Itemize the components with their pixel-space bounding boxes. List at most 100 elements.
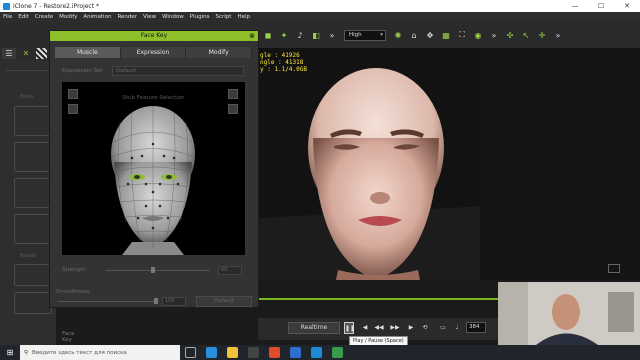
camera-icon[interactable]: ◼ [262,29,274,41]
window-title: iClone 7 - Restore2.iProject * [13,2,99,10]
stats-line: gle : 41926 [260,52,300,59]
timeline-progress-line [258,298,498,300]
next-frame-icon[interactable]: ▶ [406,322,416,334]
menu-bar: File Edit Create Modify Animation Render… [0,12,640,22]
tab-expression[interactable]: Expression [120,47,187,58]
menu-edit[interactable]: Edit [15,14,32,20]
grid-icon[interactable]: ▦ [440,29,452,41]
menu-animation[interactable]: Animation [80,14,114,20]
facial-group-box [14,292,52,314]
windows-start-icon[interactable]: ⊞ [0,345,20,360]
previous-frame-icon[interactable]: ◀ [360,322,370,334]
3d-viewport[interactable]: gle : 41926 ngle : 41318 y : 1.1/4.0GB [258,48,640,280]
render-stats: gle : 41926 ngle : 41318 y : 1.1/4.0GB [260,52,307,73]
face-key-label[interactable]: Face Key [62,331,74,343]
iclone-taskbar-icon[interactable] [311,347,322,358]
menu-render[interactable]: Render [114,14,140,20]
menu-window[interactable]: Window [159,14,187,20]
facial-label: Facial [20,253,36,259]
rewind-icon[interactable]: ◀◀ [374,322,384,334]
stats-line: y : 1.1/4.0GB [260,66,307,73]
file-explorer-icon[interactable] [227,347,238,358]
audio-icon[interactable]: ♪ [294,29,306,41]
search-placeholder: Введите здесь текст для поиска [32,349,127,356]
menu-view[interactable]: View [140,14,159,20]
smoothness-slider-track[interactable] [58,301,158,302]
close-button[interactable]: ✕ [614,0,640,12]
chrome-icon[interactable] [269,347,280,358]
windows-taskbar: ⊞ ⚲ Введите здесь текст для поиска [0,345,640,360]
tab-muscle[interactable]: Muscle [55,47,121,58]
main-toolbar: ◼ ✦ ♪ ◧ » High ✺ ⌂ ✥ ▦ ⛶ ◉ » ✣ ↖ ✛ » [260,22,640,48]
rendered-head-image [258,48,640,280]
search-icon: ⚲ [24,349,29,356]
stats-line: ngle : 41318 [260,59,304,66]
face-key-title-bar[interactable]: Face Key ⊗ [50,31,258,41]
checker-icon[interactable] [36,48,47,59]
word-icon[interactable] [290,347,301,358]
menu-file[interactable]: File [0,14,15,20]
taskbar-search-input[interactable]: ⚲ Введите здесь текст для поиска [20,345,180,360]
quality-select[interactable]: High [344,29,386,41]
face-key-tabs: Muscle Expression Modify [55,47,253,58]
smoothness-slider-thumb[interactable] [154,298,158,304]
more-icon-2[interactable]: » [488,29,500,41]
face-key-title: Face Key [140,32,168,39]
frame-icon[interactable]: ⛶ [456,29,468,41]
more-icon[interactable]: » [326,29,338,41]
menu-script[interactable]: Script [212,14,234,20]
home-icon[interactable]: ⌂ [408,29,420,41]
menu-help[interactable]: Help [234,14,253,20]
more-icon-3[interactable]: » [552,29,564,41]
toggle-icon[interactable]: ◧ [310,29,322,41]
music-icon[interactable]: ♩ [452,322,462,334]
left-modify-panel: Body Facial Face Key [0,60,74,345]
edge-icon[interactable] [206,347,217,358]
expression-set-label: Expression Set [62,68,103,74]
loop-icon[interactable]: ⟲ [420,322,430,334]
minimize-button[interactable]: — [562,0,588,12]
default-button[interactable]: Default [196,296,252,307]
subtitle-icon[interactable]: ▭ [438,322,448,334]
divider [6,70,50,71]
maximize-button[interactable]: ☐ [588,0,614,12]
task-view-icon[interactable] [185,347,196,358]
strength-slider-track[interactable] [106,270,210,271]
strength-slider-thumb[interactable] [151,267,155,273]
body-group-box [14,106,52,136]
keyboard-icon[interactable] [608,264,620,273]
sliders-icon[interactable]: ☰ [2,48,16,59]
webcam-image [498,282,640,345]
render-icon[interactable]: ✺ [392,29,404,41]
body-group-box [14,178,52,208]
facial-group-box [14,264,52,286]
pose-icon[interactable]: ✕ [19,48,33,59]
play-pause-button[interactable]: ❚❚ [344,322,355,334]
menu-modify[interactable]: Modify [56,14,80,20]
select-icon[interactable]: ↖ [520,29,532,41]
store-icon[interactable] [248,347,259,358]
gizmo-icon[interactable]: ✣ [504,29,516,41]
target-icon[interactable]: ◉ [472,29,484,41]
forward-icon[interactable]: ▶▶ [390,322,400,334]
expression-set-dropdown[interactable]: Default [112,66,244,76]
wireframe-head-image [111,106,195,255]
tab-modify[interactable]: Modify [186,47,253,58]
body-group-box [14,214,52,244]
menu-create[interactable]: Create [32,14,56,20]
menu-plugins[interactable]: Plugins [187,14,213,20]
face-key-dialog: Face Key ⊗ Muscle Expression Modify Expr… [49,30,259,308]
title-bar: iClone 7 - Restore2.iProject * — ☐ ✕ [0,0,640,12]
light-icon[interactable]: ✦ [278,29,290,41]
dialog-close-icon[interactable]: ⊗ [249,31,255,41]
realtime-button[interactable]: Realtime [288,322,340,334]
muscle-selection-canvas[interactable]: Stub Feature Selection [62,82,245,255]
body-group-box [14,142,52,172]
pan-icon[interactable]: ✥ [424,29,436,41]
move-icon[interactable]: ✛ [536,29,548,41]
strength-value-field[interactable]: 60 [218,266,242,275]
iclone-app-icon [3,2,10,10]
smoothness-value-field[interactable]: 100 [162,297,186,306]
app-icon[interactable] [332,347,343,358]
frame-number-field[interactable]: 384 [466,322,486,333]
